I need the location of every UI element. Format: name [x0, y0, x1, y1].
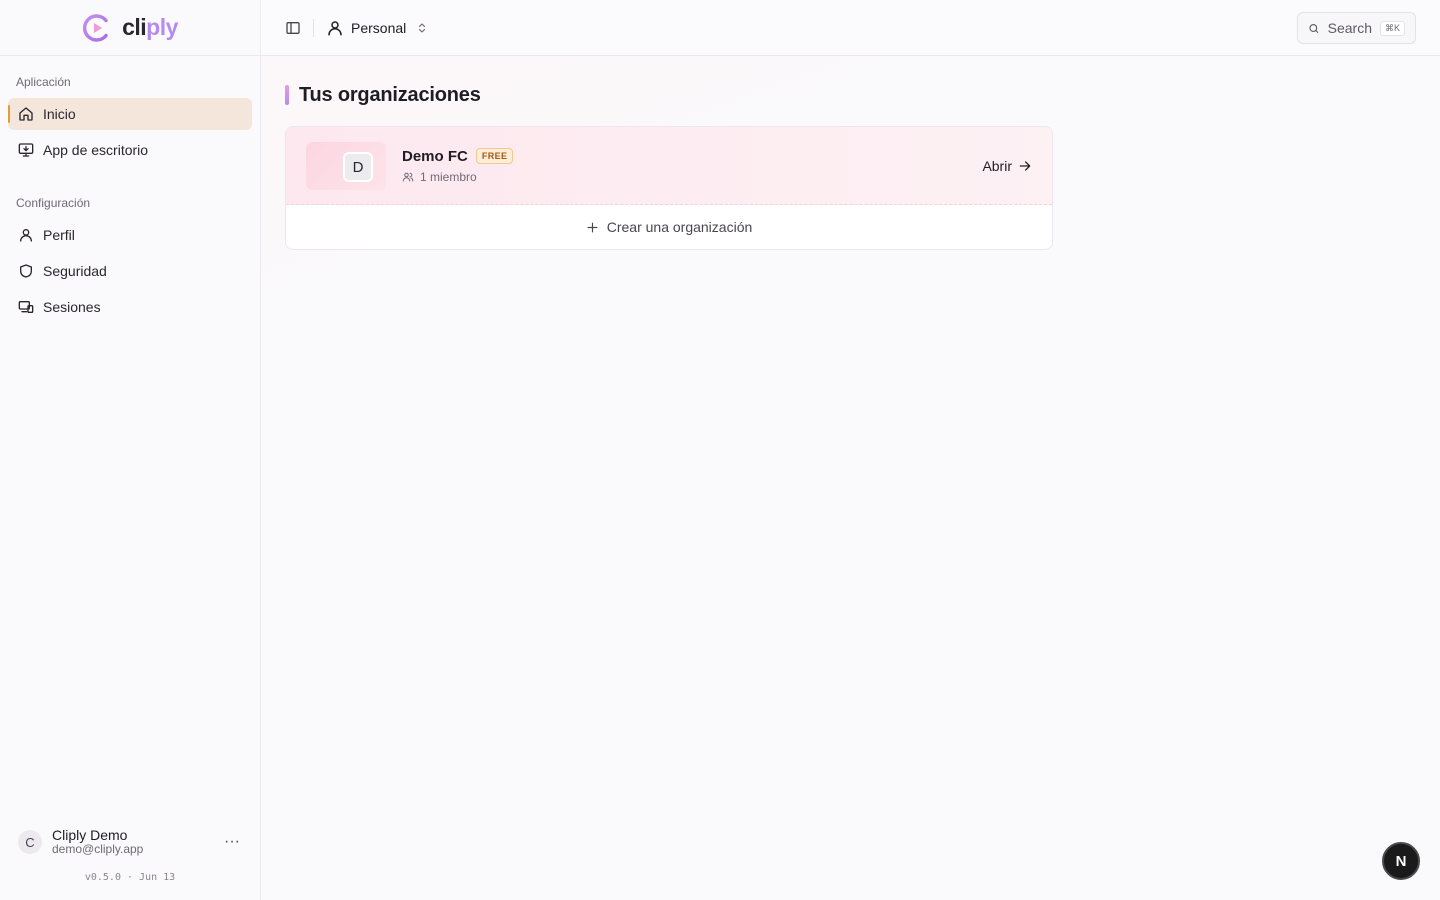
sidebar-item-inicio[interactable]: Inicio	[8, 98, 252, 130]
title-accent	[285, 85, 289, 105]
sidebar-toggle-icon[interactable]	[285, 20, 301, 36]
organization-row[interactable]: D Demo FC FREE 1 miembro Abrir	[286, 127, 1052, 205]
nav-heading: Aplicación	[16, 75, 71, 89]
page-title: Tus organizaciones	[285, 84, 1416, 106]
avatar: C	[18, 830, 42, 854]
shield-icon	[20, 264, 32, 278]
organization-info: Demo FC FREE 1 miembro	[402, 147, 514, 184]
sidebar-item-app-escritorio[interactable]: App de escritorio	[8, 134, 252, 166]
account-switcher-label: Personal	[351, 19, 407, 36]
sidebar-item-label: App de escritorio	[43, 142, 149, 158]
sidebar-item-perfil[interactable]: Perfil	[8, 219, 252, 251]
sidebar-item-label: Sesiones	[43, 299, 101, 315]
members-count: 1 miembro	[420, 169, 477, 184]
content: Tus organizaciones D Demo FC FREE 1 miem…	[261, 56, 1440, 278]
topbar-divider	[313, 18, 314, 37]
page-title-text: Tus organizaciones	[299, 83, 481, 106]
search-icon	[1309, 23, 1319, 33]
nav-section-configuracion: Configuración Perfil Seguridad Sesiones	[0, 194, 260, 323]
search-shortcut: ⌘K	[1379, 20, 1405, 36]
topbar: Personal Search ⌘K	[261, 0, 1440, 56]
arrow-right-icon	[1019, 160, 1031, 171]
version-label: v0.5.0 · Jun 13	[84, 872, 176, 883]
sidebar-item-label: Seguridad	[43, 263, 107, 279]
sessions-icon	[18, 301, 34, 313]
main-area: Personal Search ⌘K Tus organizaciones D	[261, 0, 1440, 900]
search-label: Search	[1327, 20, 1372, 36]
app-root: cliply Aplicación Inicio App de escritor…	[0, 0, 1440, 900]
chevron-up-down-icon	[419, 22, 426, 33]
user-email: demo@cliply.app	[52, 842, 144, 856]
user-menu[interactable]: C Cliply Demo demo@cliply.app ···	[8, 822, 252, 862]
sidebar: cliply Aplicación Inicio App de escritor…	[0, 0, 261, 900]
sidebar-item-label: Inicio	[43, 106, 76, 122]
sidebar-item-sesiones[interactable]: Sesiones	[8, 291, 252, 323]
sidebar-item-seguridad[interactable]: Seguridad	[8, 255, 252, 287]
create-organization-label: Crear una organización	[606, 219, 753, 235]
organization-name-row: Demo FC FREE	[402, 147, 514, 165]
organization-members: 1 miembro	[402, 170, 513, 184]
next-dev-indicator-button[interactable]: N	[1382, 842, 1420, 880]
organizations-card: D Demo FC FREE 1 miembro Abrir Crear una…	[285, 126, 1053, 250]
search-input[interactable]: Search ⌘K	[1297, 12, 1416, 44]
brand-name: cliply	[122, 14, 178, 40]
user-icon	[328, 20, 342, 35]
open-organization-button[interactable]: Abrir	[982, 158, 1032, 174]
cliply-logo-icon	[83, 13, 108, 42]
home-icon	[19, 107, 33, 121]
open-label: Abrir	[982, 157, 1012, 174]
user-icon	[20, 229, 32, 242]
account-switcher[interactable]: Personal	[326, 19, 428, 37]
user-info: Cliply Demo demo@cliply.app	[52, 828, 212, 856]
plan-badge: FREE	[475, 148, 514, 164]
user-name: Cliply Demo	[52, 827, 128, 843]
organization-name: Demo FC	[402, 147, 468, 165]
nav-section-aplicacion: Aplicación Inicio App de escritorio	[0, 73, 260, 166]
more-options-button[interactable]: ···	[222, 832, 242, 852]
nav-heading: Configuración	[16, 196, 91, 210]
plus-icon	[587, 222, 598, 232]
sidebar-item-label: Perfil	[43, 227, 75, 243]
organization-avatar: D	[343, 152, 373, 182]
users-icon	[402, 172, 414, 181]
brand[interactable]: cliply	[0, 0, 260, 56]
create-organization-button[interactable]: Crear una organización	[286, 205, 1052, 249]
desktop-icon	[18, 143, 34, 157]
